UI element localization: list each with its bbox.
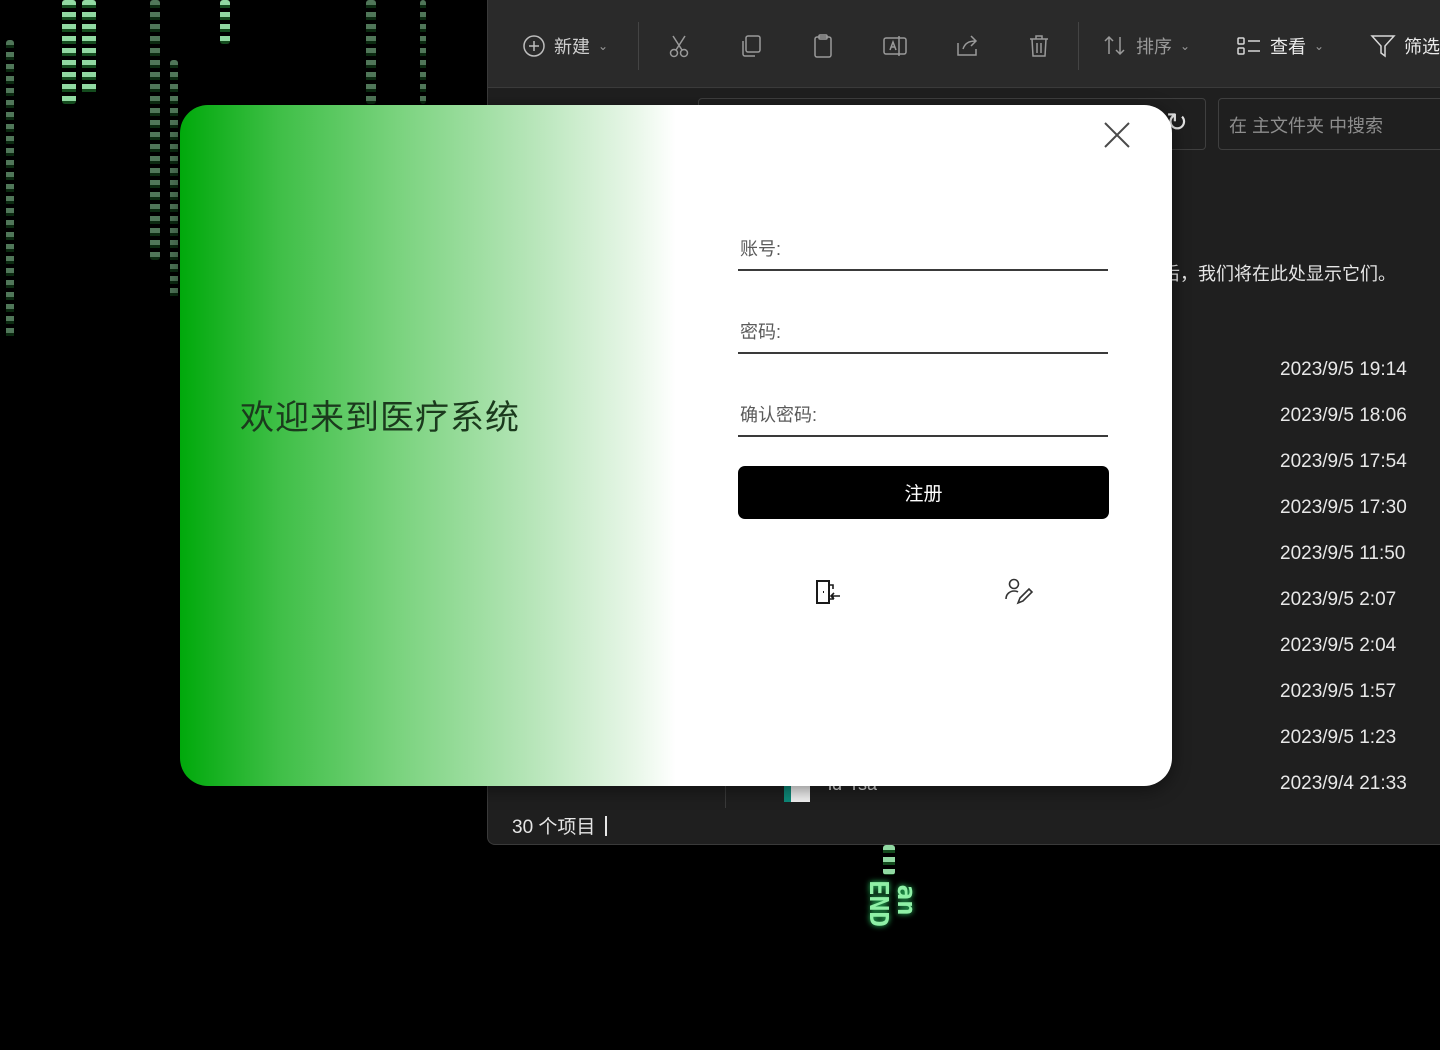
trash-icon — [1030, 35, 1048, 57]
matrix-rain-streak — [62, 0, 76, 104]
copy-button[interactable] — [738, 30, 764, 62]
register-dialog: 欢迎来到医疗系统 账号: 密码: 确认密码: 注册 — [180, 105, 1172, 786]
toolbar-divider — [1078, 22, 1079, 70]
exit-door-icon — [816, 580, 840, 604]
confirm-password-label: 确认密码: — [740, 405, 818, 425]
date-modified-column: 2023/9/5 19:14 2023/9/5 18:06 2023/9/5 1… — [1280, 356, 1440, 816]
view-button[interactable]: 查看 ⌄ — [1236, 30, 1324, 62]
close-icon — [1104, 122, 1130, 148]
toolbar-divider — [638, 22, 639, 70]
paste-button[interactable] — [810, 30, 836, 62]
account-input[interactable] — [830, 231, 1100, 267]
status-divider — [605, 816, 608, 836]
new-button-label: 新建 — [554, 37, 590, 57]
file-date: 2023/9/4 21:33 — [1280, 773, 1407, 794]
password-field: 密码: — [738, 314, 1108, 354]
confirm-password-input[interactable] — [830, 397, 1100, 433]
empty-state-hint: 后，我们将在此处显示它们。 — [1162, 264, 1396, 284]
file-date: 2023/9/5 17:54 — [1280, 451, 1407, 472]
password-label: 密码: — [740, 322, 782, 342]
file-date: 2023/9/5 1:23 — [1280, 727, 1397, 748]
explorer-toolbar: 新建 ⌄ 排序 ⌄ 查看 ⌄ 筛选 — [488, 0, 1440, 88]
scissors-icon — [669, 35, 689, 58]
new-button[interactable]: 新建 ⌄ — [522, 30, 608, 62]
rename-icon — [883, 36, 907, 56]
sort-icon — [1104, 35, 1125, 56]
item-count: 30 个项目 — [512, 817, 596, 838]
password-input[interactable] — [830, 314, 1100, 350]
file-date: 2023/9/5 2:04 — [1280, 635, 1397, 656]
copy-icon — [742, 35, 761, 57]
sort-button[interactable]: 排序 ⌄ — [1102, 30, 1190, 62]
rename-button[interactable] — [882, 30, 908, 62]
filter-button[interactable]: 筛选 — [1370, 30, 1440, 62]
matrix-rain-streak — [220, 0, 230, 44]
delete-button[interactable] — [1026, 30, 1052, 62]
share-button[interactable] — [954, 30, 980, 62]
sort-button-label: 排序 — [1136, 37, 1172, 57]
chevron-down-icon: ⌄ — [1180, 39, 1191, 53]
search-input[interactable]: 在 主文件夹 中搜索 — [1218, 98, 1440, 150]
status-bar: 30 个项目 — [512, 812, 608, 839]
matrix-vertical-text: an END — [863, 880, 921, 927]
file-date: 2023/9/5 11:50 — [1280, 543, 1406, 564]
plus-circle-icon — [523, 35, 545, 57]
file-date: 2023/9/5 18:06 — [1280, 405, 1407, 426]
matrix-rain-streak — [366, 0, 376, 104]
matrix-rain-streak — [150, 0, 160, 260]
account-field: 账号: — [738, 231, 1108, 271]
view-button-label: 查看 — [1270, 37, 1306, 57]
matrix-rain-streak — [420, 0, 426, 104]
cut-button[interactable] — [666, 30, 692, 62]
exit-button[interactable] — [810, 575, 844, 609]
file-date: 2023/9/5 19:14 — [1280, 359, 1407, 380]
view-list-icon — [1237, 37, 1260, 55]
filter-icon — [1370, 35, 1396, 58]
edit-user-icon — [1005, 578, 1034, 605]
welcome-title: 欢迎来到医疗系统 — [240, 398, 520, 438]
chevron-down-icon: ⌄ — [1314, 39, 1325, 53]
share-icon — [957, 35, 978, 56]
clipboard-icon — [814, 34, 832, 58]
matrix-rain-streak — [170, 60, 178, 300]
chevron-down-icon: ⌄ — [598, 39, 609, 53]
file-date: 2023/9/5 2:07 — [1280, 589, 1397, 610]
matrix-rain-streak — [6, 40, 14, 340]
account-label: 账号: — [740, 239, 782, 259]
matrix-rain-streak — [82, 0, 96, 96]
filter-button-label: 筛选 — [1404, 37, 1440, 57]
register-button[interactable]: 注册 — [738, 466, 1109, 519]
close-button[interactable] — [1100, 118, 1134, 152]
matrix-rain-streak — [883, 845, 895, 875]
file-date: 2023/9/5 1:57 — [1280, 681, 1397, 702]
edit-user-button[interactable] — [1002, 575, 1036, 609]
confirm-password-field: 确认密码: — [738, 397, 1108, 437]
file-date: 2023/9/5 17:30 — [1280, 497, 1407, 518]
